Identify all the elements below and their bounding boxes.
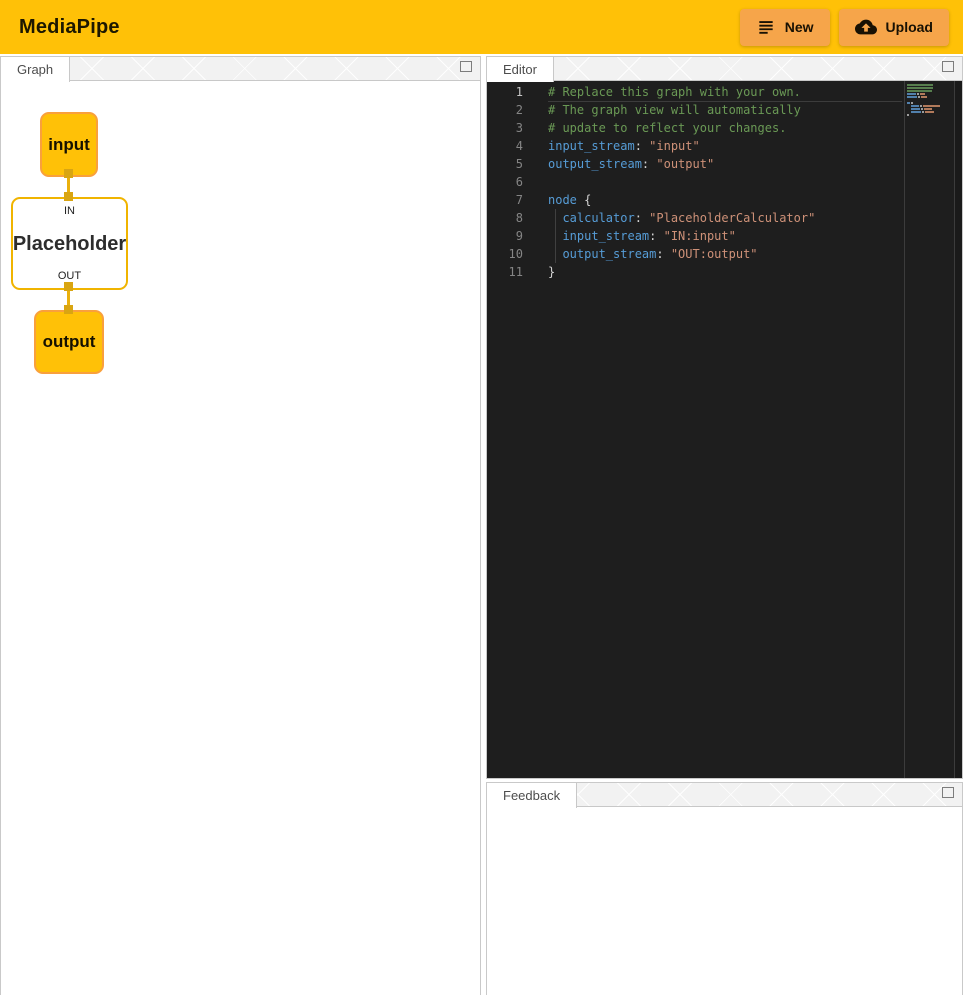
code-line[interactable]: 4 input_stream: "input"	[487, 137, 962, 155]
placeholder-out-port-label: OUT	[58, 271, 81, 282]
graph-node-output-label: output	[43, 332, 96, 352]
line-number: 2	[487, 101, 523, 119]
line-text: output_stream: "output"	[548, 155, 714, 173]
line-number: 10	[487, 245, 523, 263]
new-button[interactable]: New	[740, 9, 830, 46]
tab-feedback[interactable]: Feedback	[487, 783, 577, 808]
editor-panel: Editor 1 # Replace this graph with your o…	[486, 56, 963, 779]
connector-dot-icon	[64, 192, 73, 201]
upload-button[interactable]: Upload	[839, 9, 949, 46]
graph-node-placeholder-label: Placeholder	[13, 233, 126, 256]
line-text: input_stream: "input"	[548, 137, 700, 155]
new-button-label: New	[785, 19, 814, 35]
upload-button-label: Upload	[886, 19, 933, 35]
line-number: 8	[487, 209, 523, 227]
subject-icon	[756, 17, 776, 37]
code-line[interactable]: 10 output_stream: "OUT:output"	[487, 245, 962, 263]
line-text: # update to reflect your changes.	[548, 119, 786, 137]
line-number: 11	[487, 263, 523, 281]
line-text: # Replace this graph with your own.	[548, 83, 801, 101]
connector-dot-icon	[64, 169, 73, 178]
cloud-upload-icon	[855, 16, 877, 38]
graph-canvas[interactable]: input IN Placeholder OUT output	[1, 81, 480, 995]
line-text: # The graph view will automatically	[548, 101, 801, 119]
editor-maximize-icon[interactable]	[942, 61, 954, 72]
line-text: output_stream: "OUT:output"	[548, 245, 758, 263]
main-area: Graph input IN Placeholder OUT output	[0, 54, 963, 995]
code-line[interactable]: 5 output_stream: "output"	[487, 155, 962, 173]
line-number: 9	[487, 227, 523, 245]
graph-tabstrip: Graph	[1, 57, 480, 81]
graph-node-placeholder[interactable]: IN Placeholder OUT	[11, 197, 128, 290]
tab-graph[interactable]: Graph	[1, 57, 70, 82]
feedback-tabstrip: Feedback	[487, 783, 962, 807]
editor-code[interactable]: 1 # Replace this graph with your own. 2 # T…	[487, 81, 962, 778]
editor-tabstrip: Editor	[487, 57, 962, 81]
line-number: 3	[487, 119, 523, 137]
line-number: 6	[487, 173, 523, 191]
line-number: 1	[487, 83, 523, 101]
feedback-panel: Feedback	[486, 782, 963, 995]
line-text: input_stream: "IN:input"	[548, 227, 736, 245]
editor-scrollbar[interactable]	[954, 81, 962, 778]
app-header: MediaPipe New Upload	[0, 0, 963, 54]
code-line[interactable]: 6	[487, 173, 962, 191]
connector-dot-icon	[64, 282, 73, 291]
code-line[interactable]: 2 # The graph view will automatically	[487, 101, 962, 119]
graph-node-input[interactable]: input	[40, 112, 98, 177]
header-actions: New Upload	[740, 9, 949, 46]
line-number: 7	[487, 191, 523, 209]
line-text: node {	[548, 191, 591, 209]
minimap-content	[907, 84, 949, 116]
line-text: calculator: "PlaceholderCalculator"	[548, 209, 815, 227]
line-number: 5	[487, 155, 523, 173]
placeholder-in-port-label: IN	[64, 206, 75, 217]
tab-feedback-label: Feedback	[503, 788, 560, 803]
code-line[interactable]: 9 input_stream: "IN:input"	[487, 227, 962, 245]
line-text: }	[548, 263, 555, 281]
code-line[interactable]: 11}	[487, 263, 962, 281]
graph-node-input-label: input	[48, 135, 90, 155]
tab-editor[interactable]: Editor	[487, 57, 554, 82]
code-line[interactable]: 7 node {	[487, 191, 962, 209]
code-line[interactable]: 1 # Replace this graph with your own.	[487, 83, 962, 101]
graph-node-output[interactable]: output	[34, 310, 104, 374]
editor-minimap[interactable]	[904, 81, 949, 778]
feedback-body	[487, 807, 962, 995]
connector-dot-icon	[64, 305, 73, 314]
graph-maximize-icon[interactable]	[460, 61, 472, 72]
code-line[interactable]: 8 calculator: "PlaceholderCalculator"	[487, 209, 962, 227]
graph-panel: Graph input IN Placeholder OUT output	[0, 56, 481, 995]
line-number: 4	[487, 137, 523, 155]
tab-editor-label: Editor	[503, 62, 537, 77]
app-title: MediaPipe	[19, 16, 120, 39]
tab-graph-label: Graph	[17, 62, 53, 77]
feedback-maximize-icon[interactable]	[942, 787, 954, 798]
editor-body: 1 # Replace this graph with your own. 2 # T…	[487, 81, 962, 778]
code-line[interactable]: 3 # update to reflect your changes.	[487, 119, 962, 137]
